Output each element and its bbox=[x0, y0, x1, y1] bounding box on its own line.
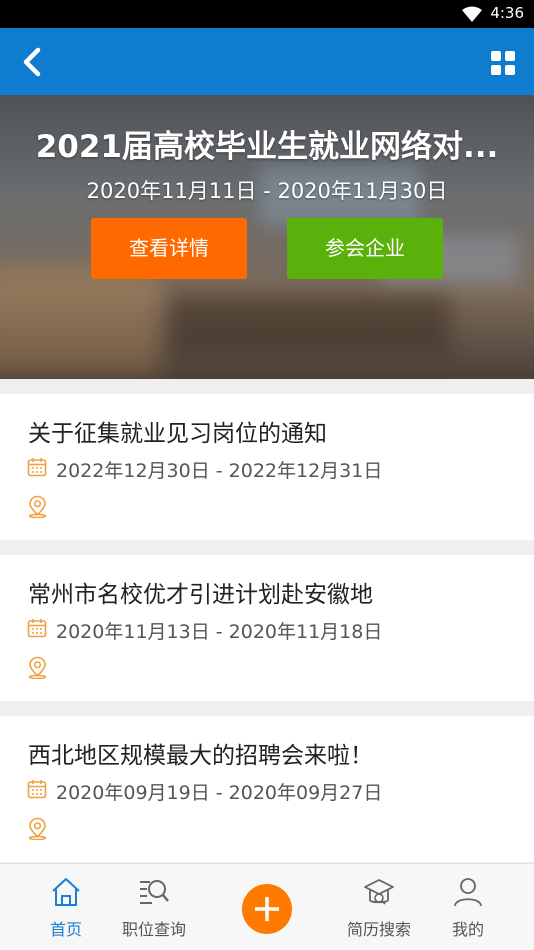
home-icon bbox=[52, 878, 80, 906]
add-button[interactable] bbox=[242, 884, 292, 934]
tab-job-search-label: 职位查询 bbox=[121, 920, 186, 939]
banner-title: 2021届高校毕业生就业网络对... bbox=[35, 129, 499, 165]
app-bar bbox=[0, 28, 534, 95]
status-bar: 4:36 bbox=[0, 0, 534, 28]
list-item-date-range: 2020年09月19日 - 2020年09月27日 bbox=[56, 782, 383, 804]
tab-mine-label: 我的 bbox=[451, 920, 484, 939]
list-item-title: 关于征集就业见习岗位的通知 bbox=[28, 421, 327, 447]
grid-menu-icon[interactable] bbox=[490, 50, 516, 76]
location-pin-icon bbox=[28, 656, 47, 679]
view-details-button[interactable]: 查看详情 bbox=[91, 218, 247, 279]
list-item-title: 常州市名校优才引进计划赴安徽地 bbox=[28, 582, 373, 608]
banner-date-range: 2020年11月11日 - 2020年11月30日 bbox=[86, 179, 448, 203]
user-icon bbox=[454, 878, 482, 907]
list-item-date-range: 2020年11月13日 - 2020年11月18日 bbox=[56, 621, 383, 643]
location-pin-icon bbox=[28, 817, 47, 840]
event-banner: 2021届高校毕业生就业网络对... 2020年11月11日 - 2020年11… bbox=[0, 95, 534, 379]
tab-resume-search-label: 简历搜索 bbox=[346, 920, 411, 939]
job-search-icon bbox=[140, 880, 169, 904]
plus-icon bbox=[255, 897, 279, 921]
participating-companies-button[interactable]: 参会企业 bbox=[287, 218, 443, 279]
tab-job-search[interactable]: 职位查询 bbox=[109, 864, 199, 950]
list-item[interactable]: 关于征集就业见习岗位的通知 2022年12月30日 - 2022年12月31日 bbox=[0, 394, 534, 540]
list-item-date-range: 2022年12月30日 - 2022年12月31日 bbox=[56, 460, 383, 482]
calendar-icon bbox=[27, 780, 47, 799]
wifi-icon bbox=[462, 6, 482, 22]
list-item[interactable]: 常州市名校优才引进计划赴安徽地 2020年11月13日 - 2020年11月18… bbox=[0, 555, 534, 701]
list-item-title: 西北地区规模最大的招聘会来啦！ bbox=[28, 743, 373, 769]
tab-mine[interactable]: 我的 bbox=[423, 864, 513, 950]
list-item[interactable]: 西北地区规模最大的招聘会来啦！ 2020年09月19日 - 2020年09月27… bbox=[0, 716, 534, 862]
tab-resume-search[interactable]: 简历搜索 bbox=[334, 864, 424, 950]
graduate-cap-icon bbox=[364, 879, 394, 905]
calendar-icon bbox=[27, 458, 47, 477]
tab-home[interactable]: 首页 bbox=[21, 864, 111, 950]
tab-home-label: 首页 bbox=[49, 920, 82, 939]
back-icon[interactable] bbox=[18, 46, 48, 78]
calendar-icon bbox=[27, 619, 47, 638]
bottom-nav: 首页 职位查询 简历搜索 我的 bbox=[0, 863, 534, 950]
location-pin-icon bbox=[28, 495, 47, 518]
status-time: 4:36 bbox=[490, 4, 524, 22]
